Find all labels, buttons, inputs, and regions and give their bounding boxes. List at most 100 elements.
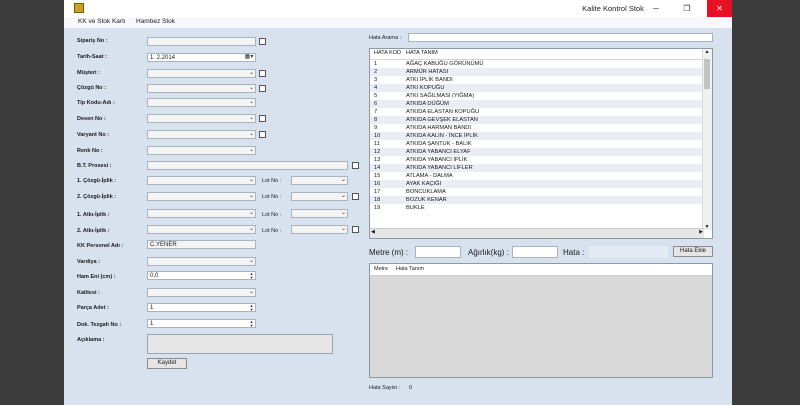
hata-sayisi-label: Hata Sayisi : xyxy=(369,385,400,391)
aciklama-textarea[interactable] xyxy=(147,334,333,354)
scroll-up-icon[interactable]: ▲ xyxy=(703,49,711,55)
hata-arama-label: Hata Arama : xyxy=(369,35,402,41)
table-row[interactable]: 7 ATKIDA ELASTAN KOPUĞU xyxy=(370,108,704,116)
column-header-hata-tanim-2[interactable]: Hata Tanım xyxy=(396,264,424,275)
bt-prosesi-checkbox[interactable] xyxy=(352,162,359,169)
siparis-no-checkbox[interactable] xyxy=(259,38,266,45)
vardiya-select[interactable]: ⌄ xyxy=(147,257,256,266)
hata-table[interactable]: HATA KOD HATA TANIM 1 AĞAÇ KABUĞU GÖRÜNÜM… xyxy=(369,48,713,239)
table-row[interactable]: 10 ATKIDA KALIN - İNCE İPLİK xyxy=(370,132,704,140)
kalitesi-label: Kalitesi : xyxy=(77,290,100,296)
spin-arrows-icon[interactable]: ▲ ▼ xyxy=(249,304,254,312)
lot-no-select-4[interactable]: ⌄ xyxy=(291,225,348,234)
menu-kk-stok-karti[interactable]: KK ve Stok Kartı xyxy=(78,18,126,25)
musteri-select[interactable]: ⌄ xyxy=(147,69,256,78)
kaydet-button[interactable]: Kaydet xyxy=(147,358,187,369)
table-row[interactable]: 17 BONCUKLAMA xyxy=(370,188,704,196)
atki-iplik-1-select[interactable]: ⌄ xyxy=(147,209,256,218)
table-row[interactable]: 11 ATKIDA ŞANTUK - BALIK xyxy=(370,140,704,148)
lot-no-label-2: Lot No : xyxy=(262,194,282,200)
hata-kod-cell: 16 xyxy=(374,181,381,187)
minimize-button[interactable]: ─ xyxy=(645,0,667,17)
tip-kodu-select[interactable]: ⌄ xyxy=(147,98,256,107)
hata-kod-cell: 7 xyxy=(374,109,378,115)
cozgu-no-select[interactable]: ⌄ xyxy=(147,84,256,93)
spin-arrows-icon[interactable]: ▲ ▼ xyxy=(249,320,254,328)
ham-eni-stepper[interactable]: 0,0 ▲ ▼ xyxy=(147,271,256,280)
agirlik-label: Ağırlık(kg) : xyxy=(468,248,509,257)
table-row[interactable]: 2 ARMÜR HATASI xyxy=(370,68,704,76)
hata-kod-cell: 10 xyxy=(374,133,381,139)
table-row[interactable]: 5 ATKI SAĞILMASI (YIĞMA) xyxy=(370,92,704,100)
table-row[interactable]: 3 ATKI İPLİK BANDI xyxy=(370,76,704,84)
table-row[interactable]: 12 ATKIDA YABANCI ELYAF xyxy=(370,148,704,156)
table-row[interactable]: 14 ATKIDA YABANCI LİFLER xyxy=(370,164,704,172)
column-header-hata-tanim[interactable]: HATA TANIM xyxy=(406,50,438,56)
menu-hambez-stok[interactable]: Hambez Stok xyxy=(136,18,175,25)
table-row[interactable]: 13 ATKIDA YABANCI İPLİK xyxy=(370,156,704,164)
lot-no-select-1[interactable]: ⌄ xyxy=(291,176,348,185)
dok-tezgah-stepper[interactable]: 1 ▲ ▼ xyxy=(147,319,256,328)
lot-no-select-2[interactable]: ⌄ xyxy=(291,192,348,201)
hata-arama-input[interactable] xyxy=(408,33,713,42)
window-title: Kalite Kontrol Stok xyxy=(582,4,644,13)
scroll-left-icon[interactable]: ◀ xyxy=(371,229,375,235)
renk-no-select[interactable]: ⌄ xyxy=(147,146,256,155)
hata-kod-cell: 3 xyxy=(374,77,378,83)
atki-iplik-2-select[interactable]: ⌄ xyxy=(147,225,256,234)
lot-no-label-4: Lot No : xyxy=(262,228,282,234)
desen-no-checkbox[interactable] xyxy=(259,115,266,122)
renk-no-label: Renk No : xyxy=(77,148,103,154)
scroll-right-icon[interactable]: ▶ xyxy=(699,229,703,235)
siparis-no-input[interactable] xyxy=(147,37,256,46)
calendar-icon[interactable]: ▦▾ xyxy=(244,54,254,61)
chevron-down-icon: ⌄ xyxy=(340,177,346,183)
hata-tanim-cell: ATKIDA KALIN - İNCE İPLİK xyxy=(406,133,478,139)
hata-kod-cell: 18 xyxy=(374,197,381,203)
table-row[interactable]: 9 ATKIDA HARMAN BANDI xyxy=(370,124,704,132)
parca-adet-stepper[interactable]: 1 ▲ ▼ xyxy=(147,303,256,312)
lot-no-select-3[interactable]: ⌄ xyxy=(291,209,348,218)
metre-input[interactable] xyxy=(415,246,461,258)
musteri-label: Müşteri : xyxy=(77,70,100,76)
chevron-down-icon: ⌄ xyxy=(248,193,254,199)
agirlik-input[interactable] xyxy=(512,246,558,258)
column-header-hata-kod[interactable]: HATA KOD xyxy=(374,50,401,56)
chevron-down-icon: ⌄ xyxy=(248,99,254,105)
bt-prosesi-input[interactable] xyxy=(147,161,348,170)
cozgu-iplik-2-checkbox[interactable] xyxy=(352,193,359,200)
eklenen-hatalar-list[interactable]: Metre Hata Tanım xyxy=(369,263,713,378)
kk-personel-input[interactable]: C.YENER xyxy=(147,240,256,249)
hata-ekle-button[interactable]: Hata Ekle xyxy=(673,246,713,257)
cozgu-no-checkbox[interactable] xyxy=(259,85,266,92)
close-button[interactable]: ✕ xyxy=(707,0,732,17)
table-row[interactable]: 16 AYAK KAÇIĞI xyxy=(370,180,704,188)
table-row[interactable]: 19 BUKLE xyxy=(370,204,704,212)
varyant-no-checkbox[interactable] xyxy=(259,131,266,138)
varyant-no-select[interactable]: ⌄ xyxy=(147,130,256,139)
column-header-metre[interactable]: Metre xyxy=(374,264,388,275)
spin-arrows-icon[interactable]: ▲ ▼ xyxy=(249,272,254,280)
atki-iplik-2-label: 2. Atkı-İplik : xyxy=(77,228,110,234)
tarih-saat-picker[interactable]: 1. 2.2014 ▦▾ xyxy=(147,53,256,62)
table-row[interactable]: 1 AĞAÇ KABUĞU GÖRÜNÜMÜ xyxy=(370,60,704,68)
tip-kodu-label: Tip Kodu-Adı : xyxy=(77,100,115,106)
vertical-scrollbar[interactable]: ▲ ▼ xyxy=(702,49,712,230)
cozgu-iplik-1-select[interactable]: ⌄ xyxy=(147,176,256,185)
desen-no-select[interactable]: ⌄ xyxy=(147,114,256,123)
table-row[interactable]: 8 ATKIDA GEVŞEK ELASTAN xyxy=(370,116,704,124)
atki-iplik-2-checkbox[interactable] xyxy=(352,226,359,233)
scroll-thumb[interactable] xyxy=(704,59,710,89)
kalitesi-select[interactable]: ⌄ xyxy=(147,288,256,297)
table-row[interactable]: 15 ATLAMA - DALMA xyxy=(370,172,704,180)
table-row[interactable]: 4 ATKI KOPUĞU xyxy=(370,84,704,92)
scroll-down-icon[interactable]: ▼ xyxy=(703,224,711,230)
hata-kod-cell: 13 xyxy=(374,157,381,163)
maximize-button[interactable]: ❐ xyxy=(676,0,698,17)
musteri-checkbox[interactable] xyxy=(259,70,266,77)
table-row[interactable]: 6 ATKIDA DÜĞÜM xyxy=(370,100,704,108)
varyant-no-label: Varyant No : xyxy=(77,132,110,138)
cozgu-iplik-2-select[interactable]: ⌄ xyxy=(147,192,256,201)
table-row[interactable]: 18 BOZUK KENAR xyxy=(370,196,704,204)
horizontal-scrollbar[interactable]: ◀ ▶ xyxy=(370,228,704,238)
